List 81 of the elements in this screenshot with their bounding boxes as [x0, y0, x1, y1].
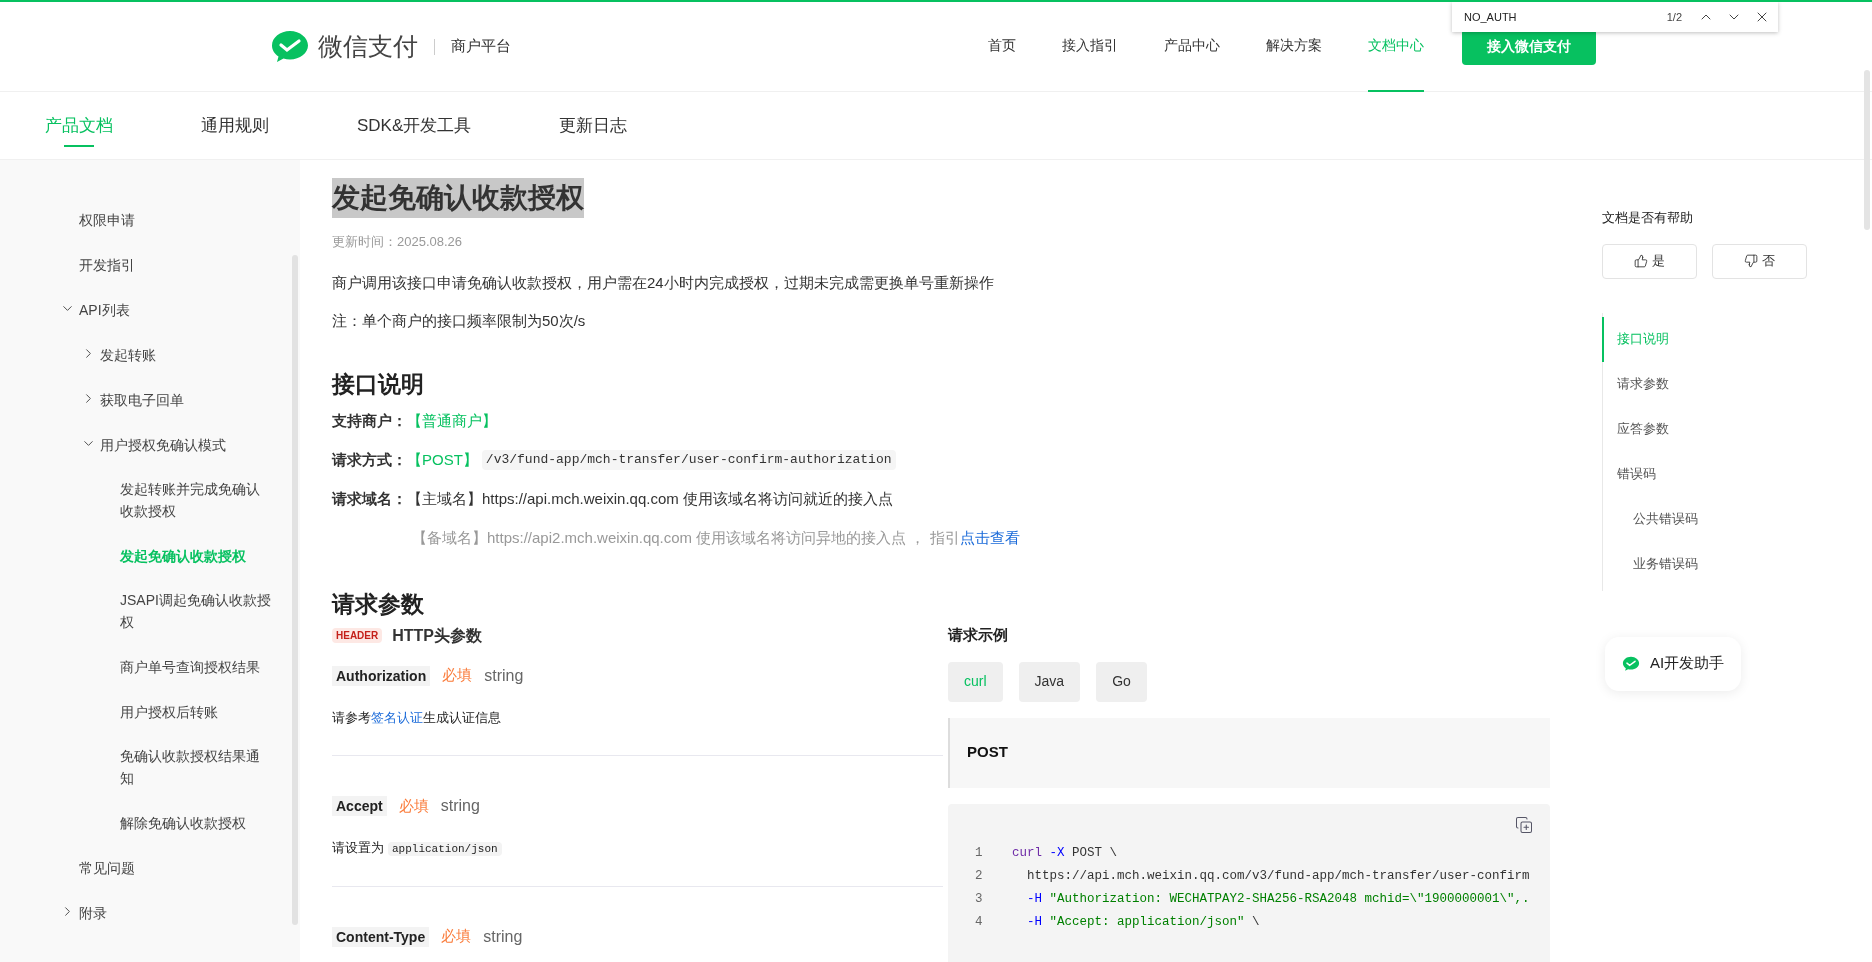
- line-number: 2: [974, 867, 984, 885]
- thumbs-up-icon: [1634, 254, 1648, 268]
- sidebar-item[interactable]: 发起转账并完成免确认收款授权: [0, 467, 300, 533]
- endpoint-path: /v3/fund-app/mch-transfer/user-confirm-authorization: [481, 450, 896, 470]
- toc-link[interactable]: 业务错误码: [1602, 541, 1872, 587]
- param-name: Accept: [332, 796, 387, 816]
- sidebar-item[interactable]: 免确认收款授权结果通知: [0, 734, 300, 800]
- param-type: string: [440, 796, 480, 816]
- row-label: 请求方式：: [332, 449, 407, 470]
- section-heading: 请求参数: [332, 589, 425, 619]
- feedback-question: 文档是否有帮助: [1602, 209, 1694, 227]
- language-tab[interactable]: Go: [1096, 661, 1147, 702]
- line-number: 3: [974, 890, 984, 908]
- code-line: -H "Authorization: WECHATPAY2-SHA256-RSA2048 mchid=\"1900000001\",.: [1026, 890, 1530, 908]
- tab[interactable]: SDK&开发工具: [357, 92, 472, 159]
- sidebar-item[interactable]: 商户单号查询授权结果: [0, 644, 300, 689]
- section-heading: 接口说明: [332, 369, 425, 399]
- toc-link[interactable]: 请求参数: [1602, 361, 1872, 407]
- platform-label: 商户平台: [451, 36, 511, 57]
- param-description: 请参考签名认证生成认证信息: [332, 708, 502, 727]
- match-count: 1/2: [1666, 9, 1682, 25]
- not-helpful-button[interactable]: 否: [1712, 243, 1807, 279]
- link[interactable]: 点击查看: [959, 526, 1020, 550]
- sidebar-item[interactable]: 获取电子回单: [0, 377, 300, 422]
- example-heading: 请求示例: [948, 624, 1009, 645]
- param-type: string: [484, 665, 524, 686]
- domain-text: 【主域名】https://api.mch.weixin.qq.com 使用该域名将访问就近的接入点: [407, 488, 893, 509]
- row-label: 请求域名：: [332, 488, 407, 509]
- param-name: Content-Type: [332, 926, 430, 947]
- merchant-type: 【普通商户】: [407, 410, 497, 431]
- header-badge: HEADER: [332, 628, 383, 643]
- intro-text: 注：单个商户的接口频率限制为50次/s: [332, 310, 587, 331]
- toc-link[interactable]: 应答参数: [1602, 406, 1872, 452]
- page-scrollbar-thumb[interactable]: [1864, 70, 1870, 230]
- link[interactable]: 签名认证: [371, 709, 423, 725]
- page-title: 发起免确认收款授权: [332, 178, 584, 218]
- tab[interactable]: 更新日志: [559, 92, 628, 159]
- subsection-title: HTTP头参数: [392, 625, 482, 646]
- sidebar-item[interactable]: 解除免确认收款授权: [0, 800, 300, 845]
- code-line: curl -X POST \: [1012, 844, 1118, 862]
- copy-icon[interactable]: [1515, 815, 1533, 834]
- param-description: 请设置为 application/json: [332, 838, 943, 858]
- sidebar-item[interactable]: 常见问题: [0, 845, 300, 890]
- sidebar-item[interactable]: 权限申请: [0, 197, 300, 242]
- sidebar-item[interactable]: JSAPI调起免确认收款授权: [0, 578, 300, 644]
- param-type: string: [483, 926, 523, 947]
- find-field[interactable]: NO_AUTH: [1464, 8, 1644, 26]
- code-line: https://api.mch.weixin.qq.com/v3/fund-app/mch-transfer/user-confirm: [1026, 867, 1530, 885]
- required-label: 必填: [398, 795, 429, 816]
- inline-code: application/json: [388, 842, 502, 856]
- intro-text: 商户调用该接口申请免确认收款授权，用户需在24小时内完成授权，过期未完成需更换单号重新操作: [332, 272, 995, 293]
- param-name: Authorization: [332, 665, 431, 686]
- sidebar-item[interactable]: 附录: [0, 890, 300, 935]
- required-label: 必填: [441, 926, 472, 947]
- nav-link[interactable]: 产品中心: [1164, 2, 1220, 92]
- language-tab[interactable]: Java: [1018, 661, 1081, 702]
- tab[interactable]: 通用规则: [201, 92, 269, 159]
- line-number: 4: [974, 913, 984, 931]
- update-time: 更新时间：2025.08.26: [332, 233, 464, 251]
- method-label: POST: [967, 742, 1008, 763]
- nav-link[interactable]: 解决方案: [1266, 2, 1322, 92]
- assistant-button[interactable]: AI开发助手: [1605, 636, 1742, 691]
- assistant-icon: [1622, 654, 1640, 673]
- nav-link[interactable]: 接入指引: [1062, 2, 1118, 92]
- logo-text: 微信支付: [318, 30, 418, 62]
- required-label: 必填: [442, 665, 473, 686]
- toc-link[interactable]: 错误码: [1602, 451, 1872, 497]
- line-number: 1: [974, 844, 984, 862]
- sidebar-item[interactable]: API列表: [0, 287, 300, 332]
- row-label: 支持商户：: [332, 410, 407, 431]
- sidebar-item[interactable]: 开发指引: [0, 242, 300, 287]
- sidebar-item[interactable]: 发起转账: [0, 332, 300, 377]
- thumbs-down-icon: [1744, 254, 1758, 268]
- code-line: -H "Accept: application/json" \: [1026, 913, 1260, 931]
- nav-link[interactable]: 首页: [988, 2, 1016, 92]
- helpful-button[interactable]: 是: [1602, 243, 1697, 279]
- sidebar-item[interactable]: 用户授权免确认模式: [0, 422, 300, 467]
- http-method: 【POST】: [407, 449, 478, 470]
- sidebar-item[interactable]: 用户授权后转账: [0, 689, 300, 734]
- toc-link[interactable]: 公共错误码: [1602, 496, 1872, 542]
- backup-domain-text: 【备域名】https://api2.mch.weixin.qq.com 使用该域名将访问异地的接入点 ， 指引: [412, 527, 960, 548]
